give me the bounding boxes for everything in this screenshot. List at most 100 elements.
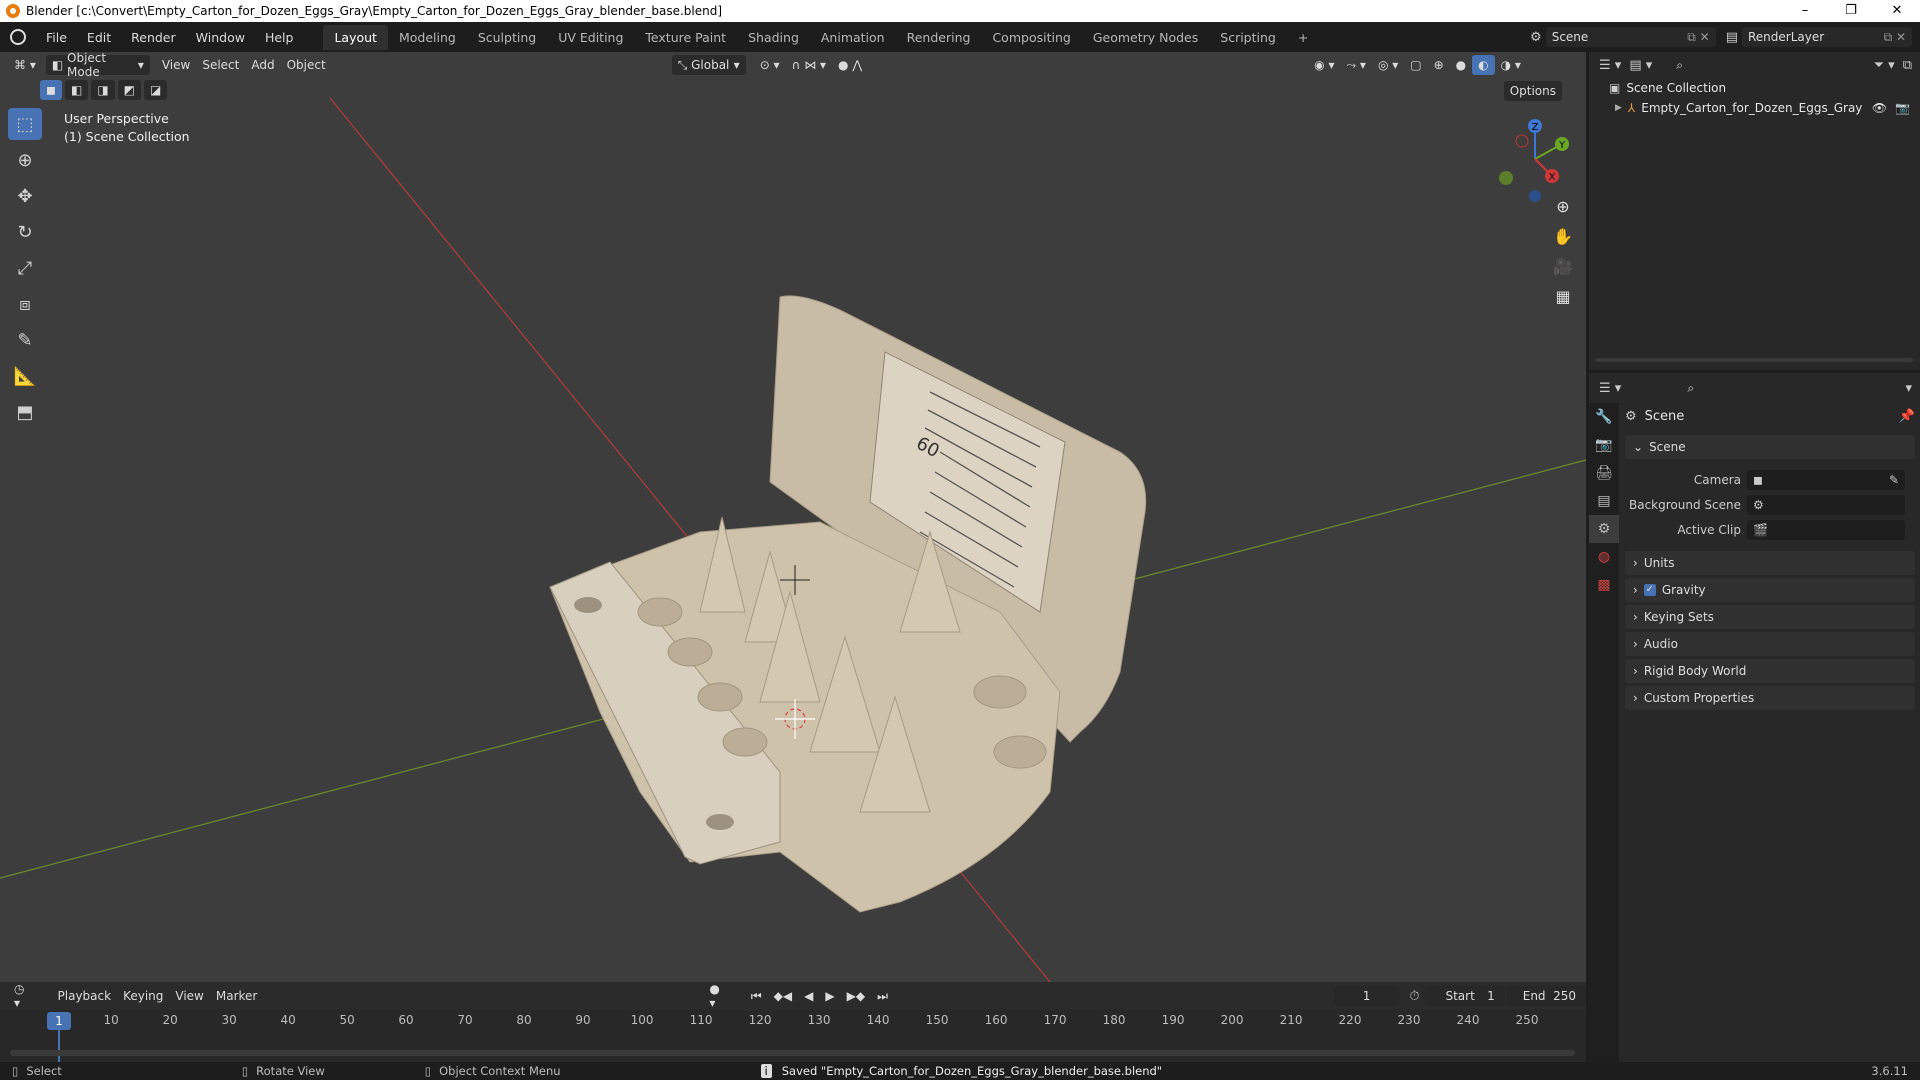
3d-viewport[interactable]: 60 ⌘ ▾ ◧ Object Mode ▾ View Select Add O… <box>0 52 1586 982</box>
camera-view-icon[interactable]: 🎥 <box>1548 252 1578 280</box>
play-reverse-icon[interactable]: ◀ <box>798 986 819 1006</box>
menu-edit[interactable]: Edit <box>77 30 121 45</box>
tab-geometry-nodes[interactable]: Geometry Nodes <box>1082 25 1209 50</box>
orientation-selector[interactable]: ⤡ Global ▾ <box>671 55 746 75</box>
proportional-edit-icon[interactable]: ● ⋀ <box>832 55 868 75</box>
annotate-tool-icon[interactable]: ✎ <box>8 324 42 356</box>
select-box-tool-icon[interactable]: ⬚ <box>8 108 42 140</box>
outliner-editor-icon[interactable]: ☰ ▾ <box>1599 58 1621 73</box>
timeline-ruler[interactable]: 10 20 30 40 50 60 70 80 90 100 110 120 130 140 150 160 1… <box>0 1010 1586 1032</box>
render-tab-icon[interactable]: 📷 <box>1589 431 1619 459</box>
rigid-body-world-panel[interactable]: › Rigid Body World <box>1625 659 1915 683</box>
viewport-menu-select[interactable]: Select <box>196 55 245 75</box>
view-layer-tab-icon[interactable]: ▤ <box>1589 487 1619 515</box>
tab-sculpting[interactable]: Sculpting <box>467 25 547 50</box>
options-button[interactable]: Options <box>1503 81 1562 101</box>
jump-end-icon[interactable]: ⏭ <box>871 986 894 1006</box>
tool-tab-icon[interactable]: 🔧 <box>1589 403 1619 431</box>
scene-panel-header[interactable]: ⌄ Scene <box>1625 435 1915 459</box>
scene-selector[interactable]: Scene ⧉ ✕ <box>1545 27 1716 47</box>
wireframe-shading-icon[interactable]: ⊕ <box>1428 55 1450 75</box>
scale-tool-icon[interactable]: ⤢ <box>8 252 42 284</box>
pivot-point-icon[interactable]: ⊙ ▾ <box>754 55 786 75</box>
active-clip-field[interactable]: 🎬 <box>1747 520 1905 540</box>
add-workspace-button[interactable]: + <box>1287 25 1319 50</box>
minimize-button[interactable]: – <box>1782 0 1828 22</box>
timeline-menu-keying[interactable]: Keying <box>117 986 169 1006</box>
ortho-grid-icon[interactable]: ▦ <box>1548 282 1578 310</box>
properties-editor-icon[interactable]: ☰ ▾ <box>1599 381 1621 396</box>
menu-render[interactable]: Render <box>121 30 186 45</box>
editor-type-button[interactable]: ⌘ ▾ <box>8 55 42 75</box>
tab-uv-editing[interactable]: UV Editing <box>547 25 634 50</box>
gravity-checkbox[interactable]: ✓ <box>1643 584 1656 596</box>
camera-field[interactable]: ◼ ✎ <box>1747 470 1905 490</box>
units-panel[interactable]: › Units <box>1625 551 1915 575</box>
jump-start-icon[interactable]: ⏮ <box>745 986 768 1006</box>
outliner-row-scene-collection[interactable]: ▣ Scene Collection <box>1589 78 1920 98</box>
select-intersect-icon[interactable]: ◪ <box>144 80 168 100</box>
timeline-menu-playback[interactable]: Playback <box>52 986 118 1006</box>
texture-tab-icon[interactable]: ▩ <box>1589 571 1619 599</box>
new-collection-icon[interactable]: ⧉ <box>1903 58 1912 73</box>
custom-properties-panel[interactable]: › Custom Properties <box>1625 686 1915 710</box>
timeline-area[interactable]: 10 20 30 40 50 60 70 80 90 100 110 120 130 140 150 160 1… <box>0 1010 1586 1062</box>
select-extend-icon[interactable]: ◧ <box>64 80 89 100</box>
render-camera-icon[interactable]: 📷 <box>1895 101 1910 115</box>
display-mode-icon[interactable]: ▤ ▾ <box>1629 58 1652 73</box>
transform-tool-icon[interactable]: ⧈ <box>8 288 42 320</box>
play-icon[interactable]: ▶ <box>819 986 840 1006</box>
rotate-tool-icon[interactable]: ↻ <box>8 216 42 248</box>
tab-scripting[interactable]: Scripting <box>1209 25 1287 50</box>
properties-options-icon[interactable]: ▾ <box>1905 381 1912 396</box>
viewport-menu-add[interactable]: Add <box>245 55 280 75</box>
pin-icon[interactable]: 📌 <box>1899 409 1915 424</box>
end-frame-field[interactable]: End 250 <box>1506 986 1586 1006</box>
timeline-playhead[interactable]: 1 <box>47 1012 71 1030</box>
audio-panel[interactable]: › Audio <box>1625 632 1915 656</box>
timeline-menu-view[interactable]: View <box>169 986 209 1006</box>
viewport-menu-object[interactable]: Object <box>281 55 332 75</box>
tab-texture-paint[interactable]: Texture Paint <box>634 25 737 50</box>
tab-shading[interactable]: Shading <box>737 25 810 50</box>
rendered-shading-icon[interactable]: ◑ ▾ <box>1495 55 1527 75</box>
tab-modeling[interactable]: Modeling <box>388 25 467 50</box>
tab-layout[interactable]: Layout <box>323 24 388 50</box>
mode-selector[interactable]: ◧ Object Mode ▾ <box>45 52 150 79</box>
overlay-toggle-icon[interactable]: ◎ ▾ <box>1372 55 1404 75</box>
keying-sets-panel[interactable]: › Keying Sets <box>1625 605 1915 629</box>
timeline-editor-type-icon[interactable]: ◷ ▾ <box>8 982 38 1010</box>
move-tool-icon[interactable]: ✥ <box>8 180 42 212</box>
background-scene-field[interactable]: ⚙ <box>1747 495 1905 515</box>
blender-menu-icon[interactable] <box>10 29 26 45</box>
select-invert-icon[interactable]: ◩ <box>117 80 141 100</box>
current-frame-field[interactable]: 1 <box>1333 986 1400 1006</box>
jump-keyframe-forward-icon[interactable]: ▶◆ <box>841 986 871 1006</box>
properties-search-input[interactable]: ⌕ <box>1681 378 1792 398</box>
solid-shading-icon[interactable]: ● <box>1450 55 1472 75</box>
timeline-scrollbar[interactable] <box>10 1050 1575 1056</box>
outliner-row-object[interactable]: ▶ ⅄ Empty_Carton_for_Dozen_Eggs_Gray 👁 📷 <box>1589 98 1920 118</box>
menu-window[interactable]: Window <box>186 30 255 45</box>
zoom-icon[interactable]: ⊕ <box>1548 192 1578 220</box>
select-subtract-icon[interactable]: ◨ <box>91 80 115 100</box>
maximize-button[interactable]: ❐ <box>1828 0 1874 22</box>
snap-icon[interactable]: ∩ ⋈ ▾ <box>786 55 832 75</box>
viewport-menu-view[interactable]: View <box>156 55 196 75</box>
jump-keyframe-back-icon[interactable]: ◆◀ <box>768 986 798 1006</box>
add-cube-tool-icon[interactable]: ⬒ <box>8 396 42 428</box>
material-shading-icon[interactable]: ◐ <box>1472 55 1495 75</box>
select-new-icon[interactable]: ◼ <box>40 80 62 100</box>
menu-help[interactable]: Help <box>255 30 304 45</box>
measure-tool-icon[interactable]: 📐 <box>8 360 42 392</box>
outliner-search-input[interactable]: ⌕ <box>1670 55 1781 75</box>
close-button[interactable]: ✕ <box>1874 0 1920 22</box>
expand-arrow-icon[interactable]: ▶ <box>1615 103 1622 113</box>
start-frame-field[interactable]: Start 1 <box>1425 986 1505 1006</box>
visibility-icon[interactable]: ◉ ▾ <box>1308 55 1340 75</box>
view-layer-selector[interactable]: RenderLayer ⧉ ✕ <box>1742 27 1912 47</box>
tab-animation[interactable]: Animation <box>810 25 896 50</box>
gravity-panel[interactable]: › ✓ Gravity <box>1625 578 1915 602</box>
gizmo-toggle-icon[interactable]: ⤳ ▾ <box>1340 55 1371 75</box>
pan-hand-icon[interactable]: ✋ <box>1548 222 1578 250</box>
